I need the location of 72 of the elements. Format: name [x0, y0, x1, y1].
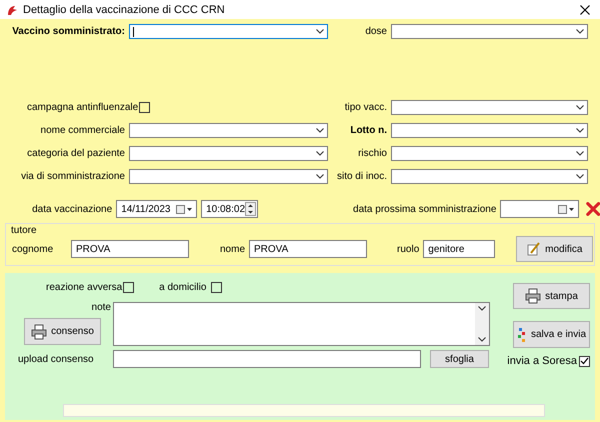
checkbox-label: invia a Soresa	[507, 355, 577, 367]
print-button[interactable]: stampa	[513, 283, 590, 309]
calendar-icon	[176, 204, 192, 214]
date-picker[interactable]	[500, 200, 579, 218]
browse-button[interactable]: sfoglia	[430, 350, 489, 368]
chevron-down-icon	[576, 105, 584, 110]
dropdown[interactable]	[391, 123, 588, 138]
field-label: nome commerciale	[40, 125, 125, 136]
field-label: tipo vacc.	[344, 102, 387, 113]
field-label: data prossima somministrazione	[353, 204, 496, 214]
chevron-down-icon	[576, 151, 584, 156]
text-field[interactable]: genitore	[423, 240, 496, 258]
field-label: data vaccinazione	[31, 204, 112, 214]
dropdown[interactable]	[391, 24, 588, 39]
scroll-down-icon	[478, 337, 486, 342]
text-field[interactable]: PROVA	[71, 240, 189, 258]
checkbox-label: a domicilio	[159, 282, 206, 293]
close-icon[interactable]	[580, 4, 590, 14]
date-picker[interactable]: 14/11/2023	[116, 200, 198, 218]
printer-icon	[525, 288, 542, 304]
dropdown[interactable]	[129, 146, 328, 161]
field-label: note	[92, 302, 111, 313]
printer-icon	[31, 324, 48, 340]
checkbox[interactable]	[139, 102, 150, 113]
spin-arrows-icon	[245, 202, 256, 216]
chevron-down-icon	[576, 29, 584, 34]
dropdown[interactable]	[129, 169, 328, 184]
checkbox[interactable]	[211, 282, 222, 293]
chevron-down-icon	[316, 29, 324, 34]
note-field[interactable]	[113, 302, 490, 346]
text-field[interactable]: PROVA	[249, 240, 368, 258]
chevron-down-icon	[316, 174, 324, 179]
app-logo-icon	[6, 4, 18, 16]
dropdown[interactable]	[129, 24, 328, 39]
field-label: upload consenso	[18, 354, 95, 364]
calendar-icon	[558, 204, 574, 214]
dropdown[interactable]	[391, 146, 588, 161]
pencil-icon	[527, 242, 542, 256]
field-label: Vaccino somministrato:	[12, 26, 125, 37]
field-label: rischio	[358, 148, 387, 159]
chevron-down-icon	[316, 128, 324, 133]
field-label: cognome	[12, 244, 54, 254]
save-send-button[interactable]: salva e invia	[513, 321, 590, 348]
field-label: dose	[365, 26, 387, 37]
consenso-button[interactable]: consenso	[24, 318, 101, 345]
field-label: nome	[220, 244, 246, 254]
group-title: tutore	[11, 225, 38, 236]
field-label: sito di inoc.	[336, 171, 387, 182]
checkbox[interactable]	[579, 356, 590, 366]
field-label: categoria del paziente	[27, 148, 125, 159]
check-icon	[580, 357, 589, 365]
delete-icon[interactable]	[586, 201, 600, 217]
file-path-field[interactable]	[113, 350, 421, 368]
field-label: campagna antinfluenzale	[27, 102, 138, 113]
scrollbar[interactable]	[475, 303, 489, 345]
chevron-down-icon	[316, 151, 324, 156]
field-label: ruolo	[397, 244, 420, 254]
window-title: Dettaglio della vaccinazione di CCC CRN	[23, 4, 226, 16]
dropdown[interactable]	[391, 169, 588, 184]
dropdown[interactable]	[129, 123, 328, 138]
field-label: via di somministrazione	[21, 171, 125, 182]
checkbox[interactable]	[123, 282, 134, 293]
chevron-down-icon	[576, 128, 584, 133]
modifica-button[interactable]: modifica	[516, 236, 594, 262]
checkbox-label: reazione avversa	[46, 282, 122, 293]
dots-icon	[516, 326, 527, 342]
scroll-up-icon	[478, 306, 486, 311]
time-spinner[interactable]: 10:08:02	[201, 200, 258, 218]
field-label: Lotto n.	[350, 125, 387, 136]
text-cursor	[133, 26, 134, 36]
dropdown[interactable]	[391, 100, 588, 115]
chevron-down-icon	[576, 174, 584, 179]
